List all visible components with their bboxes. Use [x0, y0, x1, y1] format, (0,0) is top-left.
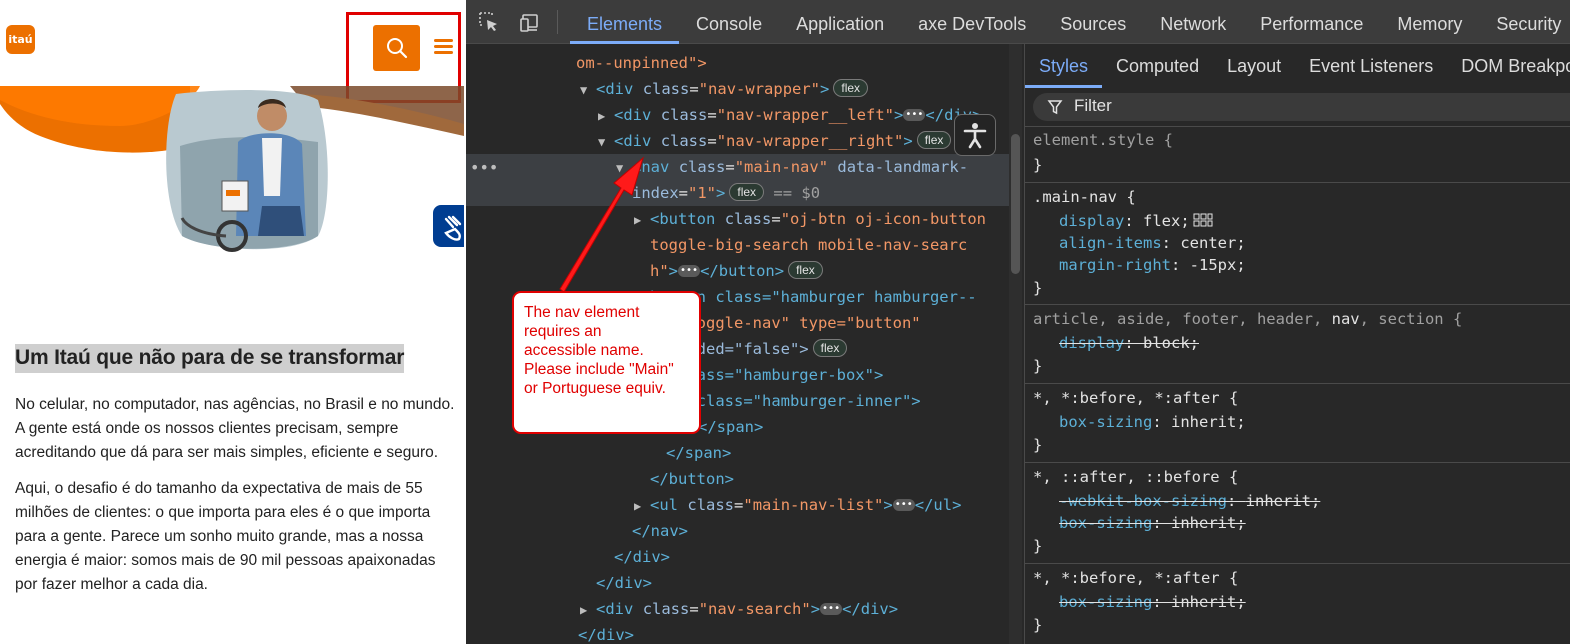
callout-line: The nav element	[524, 304, 640, 321]
callout-line: or Portuguese equiv.	[524, 380, 666, 397]
callout-line: Please include "Main"	[524, 361, 674, 378]
callout-line: accessible name.	[524, 342, 644, 359]
annotation-callout: The nav element requires an accessible n…	[512, 291, 701, 434]
callout-line: requires an	[524, 323, 602, 340]
annotation-arrow	[559, 156, 644, 293]
